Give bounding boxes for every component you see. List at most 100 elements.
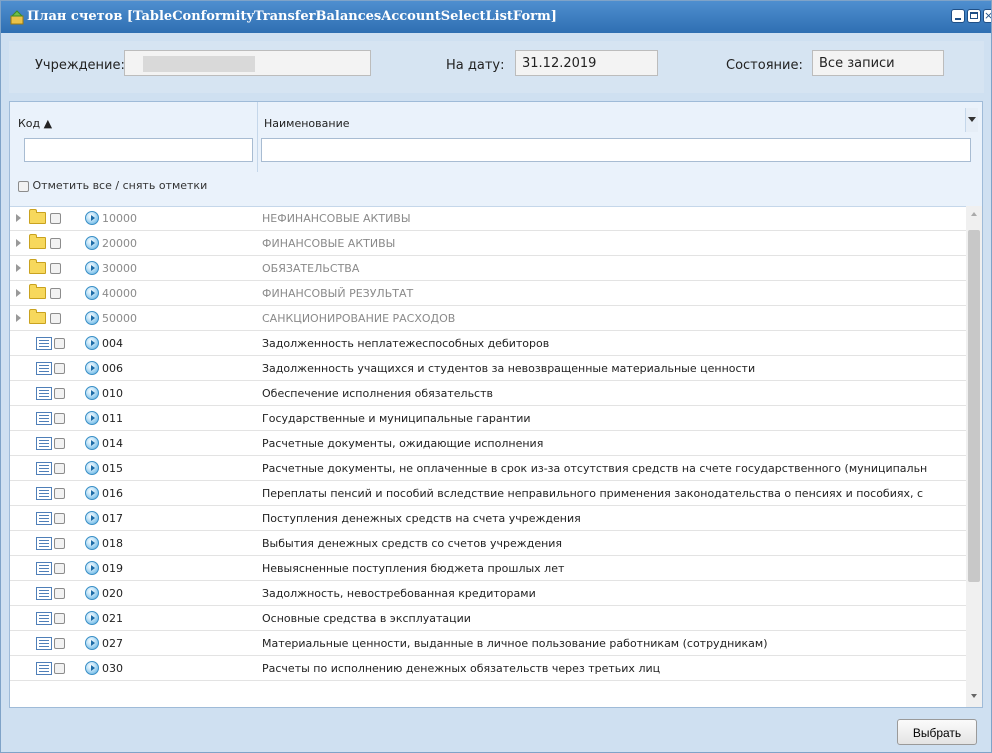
minimize-button[interactable] (951, 9, 965, 23)
tree-group-row[interactable]: 20000 ФИНАНСОВЫЕ АКТИВЫ (10, 231, 966, 256)
table-row[interactable]: 017 Поступления денежных средств на счета… (10, 506, 966, 531)
expand-arrow-icon[interactable] (16, 239, 21, 247)
table-row[interactable]: 021 Основные средства в эксплуатации (10, 606, 966, 631)
row-checkbox[interactable] (54, 338, 65, 349)
table-row[interactable]: 016 Переплаты пенсий и пособий вследствие… (10, 481, 966, 506)
row-checkbox[interactable] (54, 613, 65, 624)
account-name: Выбытия денежных средств со счетов учреж… (262, 537, 563, 550)
account-code: 018 (102, 537, 123, 550)
row-checkbox[interactable] (50, 288, 61, 299)
row-checkbox[interactable] (54, 588, 65, 599)
navigate-arrow-icon[interactable] (85, 661, 99, 675)
tree-group-row[interactable]: 50000 САНКЦИОНИРОВАНИЕ РАСХОДОВ (10, 306, 966, 331)
navigate-arrow-icon[interactable] (85, 636, 99, 650)
row-checkbox[interactable] (54, 363, 65, 374)
navigate-arrow-icon[interactable] (85, 411, 99, 425)
navigate-arrow-icon[interactable] (85, 261, 99, 275)
table-row[interactable]: 019 Невыясненные поступления бюджета прош… (10, 556, 966, 581)
tree-group-row[interactable]: 10000 НЕФИНАНСОВЫЕ АКТИВЫ (10, 206, 966, 231)
table-row[interactable]: 018 Выбытия денежных средств со счетов уч… (10, 531, 966, 556)
table-row[interactable]: 030 Расчеты по исполнению денежных обязат… (10, 656, 966, 681)
row-checkbox[interactable] (54, 563, 65, 574)
scroll-up-icon[interactable] (971, 212, 977, 216)
list-item-icon (36, 637, 52, 650)
navigate-arrow-icon[interactable] (85, 211, 99, 225)
navigate-arrow-icon[interactable] (85, 436, 99, 450)
check-all-checkbox[interactable] (18, 180, 29, 192)
navigate-arrow-icon[interactable] (85, 486, 99, 500)
expand-arrow-icon[interactable] (16, 314, 21, 322)
column-menu-button[interactable] (965, 108, 978, 132)
folder-icon (29, 284, 46, 299)
row-checkbox[interactable] (50, 313, 61, 324)
account-name: НЕФИНАНСОВЫЕ АКТИВЫ (262, 212, 411, 225)
navigate-arrow-icon[interactable] (85, 511, 99, 525)
table-row[interactable]: 006 Задолженность учащихся и студентов за… (10, 356, 966, 381)
close-button[interactable]: × (983, 9, 991, 23)
row-checkbox[interactable] (54, 488, 65, 499)
redacted-value (143, 56, 255, 72)
select-button[interactable]: Выбрать (897, 719, 977, 745)
tree-group-row[interactable]: 30000 ОБЯЗАТЕЛЬСТВА (10, 256, 966, 281)
account-name: Задолженность неплатежеспособных дебитор… (262, 337, 550, 350)
table-row[interactable]: 014 Расчетные документы, ожидающие исполн… (10, 431, 966, 456)
account-name: Расчеты по исполнению денежных обязатель… (262, 662, 661, 675)
maximize-button[interactable] (967, 9, 981, 23)
grid-header: Код ▲ Наименование Отметить все / снять … (10, 102, 982, 207)
row-checkbox[interactable] (54, 638, 65, 649)
row-checkbox[interactable] (54, 513, 65, 524)
navigate-arrow-icon[interactable] (85, 311, 99, 325)
account-code: 019 (102, 562, 123, 575)
code-filter-input[interactable] (24, 138, 253, 162)
check-all-toggle[interactable]: Отметить все / снять отметки (18, 179, 207, 192)
table-row[interactable]: 010 Обеспечение исполнения обязательств (10, 381, 966, 406)
state-field[interactable]: Все записи (812, 50, 944, 76)
navigate-arrow-icon[interactable] (85, 461, 99, 475)
table-row[interactable]: 020 Задолжность, невостребованная кредито… (10, 581, 966, 606)
date-field[interactable]: 31.12.2019 (515, 50, 658, 76)
account-code: 10000 (102, 212, 137, 225)
account-code: 50000 (102, 312, 137, 325)
account-name: Расчетные документы, не оплаченные в сро… (262, 462, 928, 475)
account-code: 006 (102, 362, 123, 375)
tree-group-row[interactable]: 40000 ФИНАНСОВЫЙ РЕЗУЛЬТАТ (10, 281, 966, 306)
navigate-arrow-icon[interactable] (85, 586, 99, 600)
title-bar[interactable]: План счетов [TableConformityTransferBala… (1, 1, 991, 33)
table-row[interactable]: 027 Материальные ценности, выданные в лич… (10, 631, 966, 656)
navigate-arrow-icon[interactable] (85, 386, 99, 400)
navigate-arrow-icon[interactable] (85, 361, 99, 375)
expand-arrow-icon[interactable] (16, 289, 21, 297)
row-checkbox[interactable] (50, 238, 61, 249)
expand-arrow-icon[interactable] (16, 214, 21, 222)
navigate-arrow-icon[interactable] (85, 286, 99, 300)
navigate-arrow-icon[interactable] (85, 561, 99, 575)
row-checkbox[interactable] (54, 538, 65, 549)
name-filter-input[interactable] (261, 138, 971, 162)
account-name: Расчетные документы, ожидающие исполнени… (262, 437, 544, 450)
account-name: Поступления денежных средств на счета уч… (262, 512, 581, 525)
scroll-thumb[interactable] (968, 230, 980, 582)
vertical-scrollbar[interactable] (966, 206, 982, 707)
account-name: Задолженность учащихся и студентов за не… (262, 362, 756, 375)
expand-arrow-icon[interactable] (16, 264, 21, 272)
navigate-arrow-icon[interactable] (85, 536, 99, 550)
institution-field[interactable] (124, 50, 371, 76)
row-checkbox[interactable] (54, 463, 65, 474)
list-item-icon (36, 487, 52, 500)
list-item-icon (36, 662, 52, 675)
scroll-down-icon[interactable] (971, 694, 977, 698)
navigate-arrow-icon[interactable] (85, 236, 99, 250)
table-row[interactable]: 015 Расчетные документы, не оплаченные в … (10, 456, 966, 481)
row-checkbox[interactable] (54, 388, 65, 399)
row-checkbox[interactable] (50, 213, 61, 224)
navigate-arrow-icon[interactable] (85, 336, 99, 350)
account-name: Основные средства в эксплуатации (262, 612, 471, 625)
navigate-arrow-icon[interactable] (85, 611, 99, 625)
row-checkbox[interactable] (54, 413, 65, 424)
table-row[interactable]: 011 Государственные и муниципальные гаран… (10, 406, 966, 431)
list-item-icon (36, 562, 52, 575)
row-checkbox[interactable] (54, 438, 65, 449)
row-checkbox[interactable] (54, 663, 65, 674)
row-checkbox[interactable] (50, 263, 61, 274)
table-row[interactable]: 004 Задолженность неплатежеспособных деби… (10, 331, 966, 356)
